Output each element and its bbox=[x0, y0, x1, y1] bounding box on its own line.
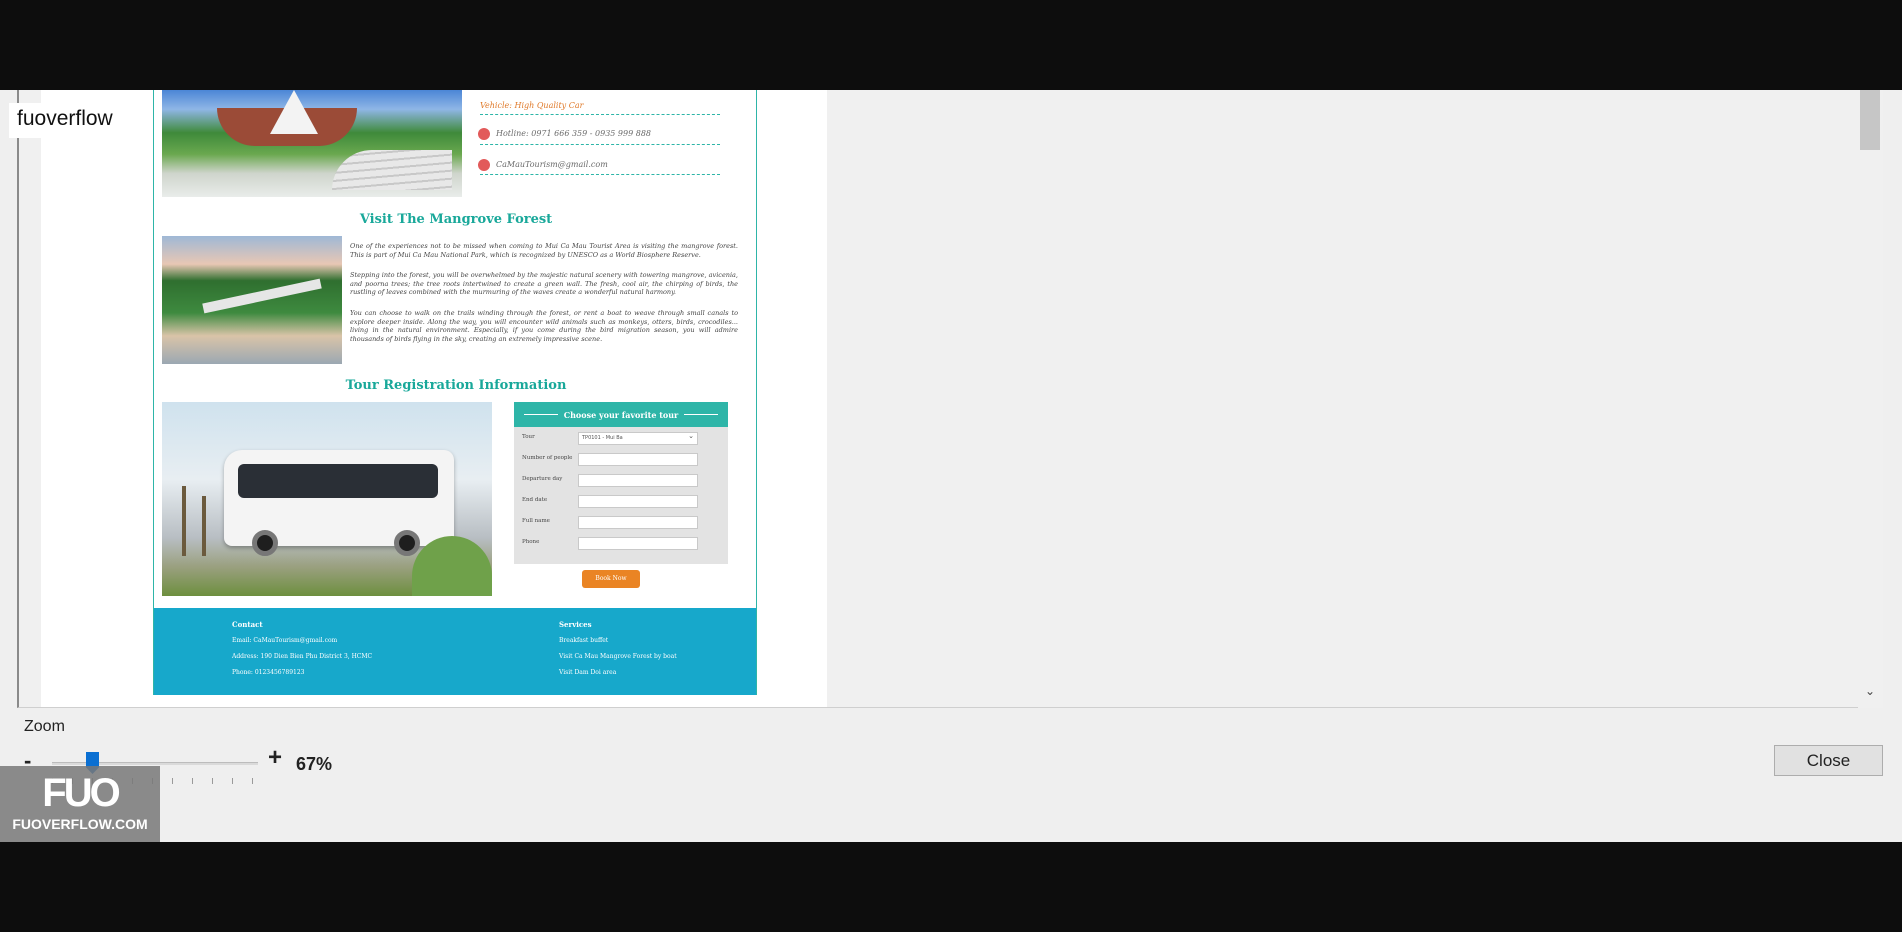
full-name-row: Full name bbox=[522, 516, 722, 530]
close-button[interactable]: Close bbox=[1774, 745, 1883, 776]
registration-title: Tour Registration Information bbox=[345, 378, 567, 393]
scrollbar-thumb[interactable] bbox=[1860, 90, 1880, 150]
print-preview-window: Vehicle: High Quality Car Hotline: 0971 … bbox=[0, 90, 1902, 842]
full-name-input[interactable] bbox=[578, 516, 698, 529]
vertical-scrollbar[interactable] bbox=[1858, 90, 1883, 708]
vehicle-text: Vehicle: High Quality Car bbox=[480, 101, 584, 110]
departure-row: Departure day bbox=[522, 474, 722, 488]
end-date-row: End date bbox=[522, 495, 722, 509]
bus-image bbox=[162, 402, 492, 596]
preview-area[interactable]: Vehicle: High Quality Car Hotline: 0971 … bbox=[17, 90, 1883, 708]
mangrove-image bbox=[162, 236, 342, 364]
phone-row: Phone bbox=[522, 537, 722, 551]
hero-image bbox=[162, 90, 462, 197]
end-date-input[interactable] bbox=[578, 495, 698, 508]
mangrove-paragraph-3: You can choose to walk on the trails win… bbox=[350, 309, 738, 343]
hotline-text: Hotline: 0971 666 359 - 0935 999 888 bbox=[496, 129, 652, 138]
footer-contact: Contact Email: CaMauTourism@gmail.com Ad… bbox=[232, 620, 373, 676]
tour-form: Choose your favorite tour Tour TP0101 - … bbox=[514, 402, 728, 564]
mangrove-paragraph-1: One of the experiences not to be missed … bbox=[350, 242, 738, 259]
watermark-logo: FUO FUOVERFLOW.COM bbox=[0, 766, 160, 842]
zoom-plus: + bbox=[268, 744, 283, 771]
watermark-text: fuoverflow bbox=[9, 103, 137, 138]
form-title: Choose your favorite tour bbox=[514, 402, 728, 427]
document-footer: Contact Email: CaMauTourism@gmail.com Ad… bbox=[154, 608, 756, 695]
zoom-slider-track[interactable] bbox=[52, 762, 258, 765]
document: Vehicle: High Quality Car Hotline: 0971 … bbox=[153, 90, 757, 695]
mangrove-paragraph-2: Stepping into the forest, you will be ov… bbox=[350, 271, 738, 296]
phone-input[interactable] bbox=[578, 537, 698, 550]
tour-row: Tour TP0101 - Mui Ba bbox=[522, 431, 722, 446]
zoom-label: Zoom bbox=[24, 718, 65, 735]
zoom-value: 67% bbox=[296, 754, 333, 774]
departure-input[interactable] bbox=[578, 474, 698, 487]
people-input[interactable] bbox=[578, 453, 698, 466]
mangrove-title: Visit The Mangrove Forest bbox=[359, 212, 553, 227]
people-row: Number of people bbox=[522, 453, 722, 467]
email-text: CaMauTourism@gmail.com bbox=[496, 160, 608, 169]
tour-select[interactable]: TP0101 - Mui Ba bbox=[578, 431, 698, 445]
preview-page: Vehicle: High Quality Car Hotline: 0971 … bbox=[41, 90, 827, 707]
email-icon bbox=[478, 159, 490, 171]
footer-services: Services Breakfast buffet Visit Ca Mau M… bbox=[559, 620, 677, 676]
chevron-down-icon[interactable]: ⌄ bbox=[1862, 684, 1878, 702]
phone-icon bbox=[478, 128, 490, 140]
book-now-button[interactable]: Book Now bbox=[582, 570, 640, 588]
